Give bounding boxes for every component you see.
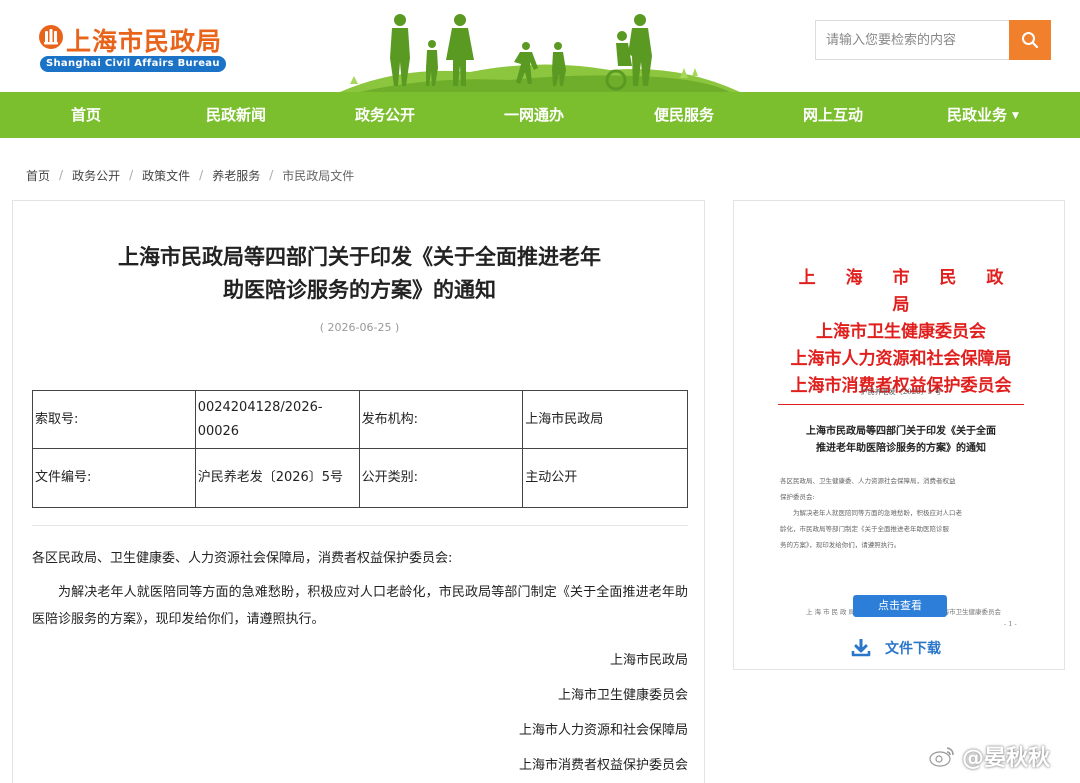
preview-doc-title: 上海市民政局等四部门关于印发《关于全面 推进老年助医陪诊服务的方案》的通知 (782, 423, 1020, 457)
preview-page-number: - 1 - (1004, 620, 1017, 628)
view-document-button[interactable]: 点击查看 (853, 595, 947, 617)
breadcrumb-gov-affairs[interactable]: 政务公开 (72, 167, 120, 184)
search-button[interactable] (1009, 20, 1051, 60)
site-logo[interactable]: 上海市民政局 Shanghai Civil Affairs Bureau (38, 20, 228, 76)
table-row: 文件编号: 沪民养老发〔2026〕5号 公开类别: 主动公开 (32, 448, 688, 508)
breadcrumb-separator: / (269, 168, 274, 182)
breadcrumb-home[interactable]: 首页 (26, 167, 50, 184)
breadcrumb-separator: / (59, 168, 64, 182)
signature-line: 上海市消费者权益保护委员会 (518, 758, 688, 773)
article-title-line: 助医陪诊服务的方案》的通知 (223, 278, 496, 302)
red-divider (778, 404, 1024, 405)
file-download-link[interactable]: 文件下载 (851, 637, 941, 659)
breadcrumb-elderly-care[interactable]: 养老服务 (212, 167, 260, 184)
search-icon (1022, 32, 1039, 49)
preview-body-line: 保护委员会: (780, 493, 815, 501)
weibo-logo-icon (929, 747, 954, 767)
preview-doc-number: 沪民养老发〔2026〕5 号 (860, 388, 942, 396)
breadcrumb-policy-docs[interactable]: 政策文件 (142, 167, 190, 184)
document-preview-image[interactable]: 上 海 市 民 政 局 上海市卫生健康委员会 上海市人力资源和社会保障局 上海市… (778, 265, 1024, 645)
nav-item-business-label: 民政业务 (947, 106, 1008, 124)
main-nav: 首页 民政新闻 政务公开 一网通办 便民服务 网上互动 民政业务 ▼ (0, 92, 1080, 138)
signature-line: 上海市人力资源和社会保障局 (518, 723, 688, 738)
nav-item-business[interactable]: 民政业务 ▼ (918, 92, 1048, 138)
preview-body-line: 务的方案》，现印发给你们，请遵照执行。 (780, 541, 901, 549)
nav-item-news[interactable]: 民政新闻 (171, 92, 301, 138)
meta-category-label: 公开类别: (358, 448, 524, 508)
logo-chinese-name: 上海市民政局 (66, 27, 223, 56)
nav-item-gov-affairs[interactable]: 政务公开 (320, 92, 450, 138)
nav-item-interaction[interactable]: 网上互动 (768, 92, 898, 138)
civil-affairs-emblem-icon (39, 25, 63, 49)
article-paragraph: 为解决老年人就医陪同等方面的急难愁盼，积极应对人口老龄化，市民政局等部门制定《关… (32, 585, 688, 627)
signature-line: 上海市民政局 (609, 653, 688, 668)
search-input[interactable] (815, 20, 1009, 60)
meta-docno-value: 沪民养老发〔2026〕5号 (194, 448, 360, 508)
file-download-label: 文件下载 (885, 641, 941, 657)
breadcrumb-separator: / (199, 168, 204, 182)
meta-org-label: 发布机构: (358, 390, 524, 449)
document-meta-table: 索取号: 0024204128/2026-00026 发布机构: 上海市民政局 … (32, 390, 688, 508)
article-panel: 上海市民政局等四部门关于印发《关于全面推进老年 助医陪诊服务的方案》的通知 ( … (12, 200, 705, 783)
meta-docno-label: 文件编号: (32, 448, 196, 508)
article-salutation: 各区民政局、卫生健康委、人力资源社会保障局，消费者权益保护委员会: (32, 551, 453, 566)
preview-doc-body: 各区民政局、卫生健康委、人力资源社会保障局，消费者权益 保护委员会: 为解决老年… (780, 473, 1022, 553)
issuer-list: 上 海 市 民 政 局 上海市卫生健康委员会 上海市人力资源和社会保障局 上海市… (778, 265, 1024, 400)
weibo-watermark: @晏秋秋 (928, 738, 1050, 774)
nav-item-one-net[interactable]: 一网通办 (469, 92, 599, 138)
watermark-text: @晏秋秋 (962, 746, 1051, 771)
meta-index-value: 0024204128/2026-00026 (194, 390, 360, 449)
meta-category-value: 主动公开 (522, 448, 688, 508)
preview-footer-left: 上海市民政局 (806, 608, 857, 616)
download-icon (851, 639, 871, 657)
preview-title-line: 上海市民政局等四部门关于印发《关于全面 (806, 426, 996, 437)
nav-item-home[interactable]: 首页 (21, 92, 151, 138)
issuer-line: 上海市人力资源和社会保障局 (790, 349, 1012, 369)
preview-title-line: 推进老年助医陪诊服务的方案》的通知 (816, 443, 986, 454)
issuer-line: 上海市卫生健康委员会 (816, 322, 986, 342)
preview-body-line: 各区民政局、卫生健康委、人力资源社会保障局，消费者权益 (780, 477, 956, 485)
family-silhouette-banner (340, 14, 740, 92)
article-body: 各区民政局、卫生健康委、人力资源社会保障局，消费者权益保护委员会: 为解决老年人… (32, 545, 688, 783)
preview-body-line: 为解决老年人就医陪同等方面的急难愁盼，积极应对人口老 (793, 509, 962, 517)
signature-line: 上海市卫生健康委员会 (557, 688, 688, 703)
site-header: 上海市民政局 Shanghai Civil Affairs Bureau (0, 0, 1080, 92)
meta-org-value: 上海市民政局 (522, 390, 688, 449)
table-row: 索取号: 0024204128/2026-00026 发布机构: 上海市民政局 (32, 390, 688, 449)
article-title: 上海市民政局等四部门关于印发《关于全面推进老年 助医陪诊服务的方案》的通知 (13, 241, 706, 307)
article-title-line: 上海市民政局等四部门关于印发《关于全面推进老年 (118, 245, 601, 269)
logo-english-name: Shanghai Civil Affairs Bureau (40, 56, 226, 72)
search-bar (815, 20, 1051, 60)
meta-index-label: 索取号: (32, 390, 196, 449)
divider (32, 525, 688, 526)
breadcrumb-separator: / (129, 168, 134, 182)
issuer-line: 上 海 市 民 政 局 (798, 268, 1016, 315)
document-preview-card: 上 海 市 民 政 局 上海市卫生健康委员会 上海市人力资源和社会保障局 上海市… (733, 200, 1065, 670)
breadcrumb: 首页 / 政务公开 / 政策文件 / 养老服务 / 市民政局文件 (26, 165, 354, 185)
caret-down-icon: ▼ (1012, 111, 1019, 121)
signature-block: 上海市民政局 上海市卫生健康委员会 上海市人力资源和社会保障局 上海市消费者权益… (32, 643, 688, 783)
publish-date: ( 2026-06-25 ) (319, 321, 400, 334)
breadcrumb-current: 市民政局文件 (282, 168, 355, 183)
preview-body-line: 龄化，市民政局等部门制定《关于全面推进老年助医陪诊服 (780, 525, 949, 533)
nav-item-convenience[interactable]: 便民服务 (619, 92, 749, 138)
